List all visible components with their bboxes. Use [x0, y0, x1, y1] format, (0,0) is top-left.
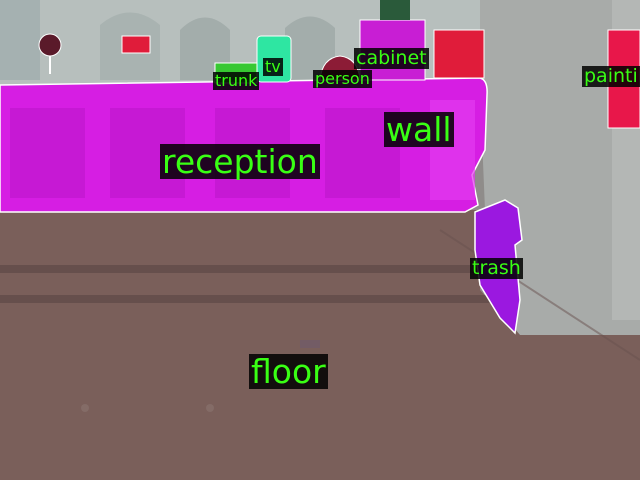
reception-label: reception: [160, 142, 320, 181]
arch-panel: [0, 0, 40, 80]
red-object-region: [121, 35, 151, 54]
tv-label: tv: [263, 57, 283, 76]
red-box-region: [433, 29, 485, 79]
trash-label: trash: [470, 257, 523, 279]
segmentation-scene: cabinet tv trunk person painti wall rece…: [0, 0, 640, 480]
painting-label: painti: [582, 65, 640, 87]
floor-stripe: [0, 265, 480, 273]
floor-label: floor: [249, 352, 328, 391]
floor-object: [300, 340, 320, 348]
plant-pot: [380, 0, 410, 20]
floor-spot: [81, 404, 89, 412]
sign-region: [38, 33, 62, 57]
desk-panel: [10, 108, 85, 198]
trunk-label: trunk: [213, 71, 260, 90]
wall-label: wall: [384, 110, 454, 149]
cabinet-label: cabinet: [354, 47, 429, 69]
floor-stripe: [0, 295, 490, 303]
person-label: person: [313, 69, 372, 88]
sign-post: [49, 56, 51, 74]
floor-spot: [206, 404, 214, 412]
